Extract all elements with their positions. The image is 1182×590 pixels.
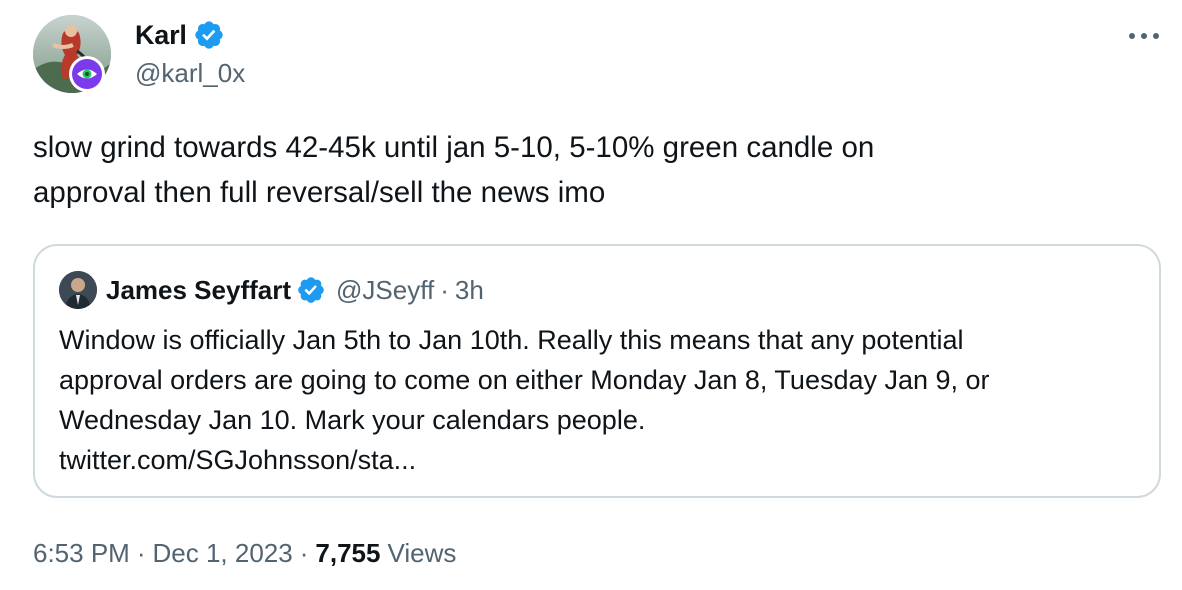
- quoted-tweet-card[interactable]: James Seyffart @JSeyff · 3h Window is of…: [33, 244, 1161, 498]
- eye-badge-icon: [69, 56, 105, 92]
- meta-separator: ·: [299, 537, 309, 568]
- quoted-text-line: Window is officially Jan 5th to Jan 10th…: [59, 325, 964, 355]
- tweet-text: slow grind towards 42-45k until jan 5-10…: [33, 131, 875, 209]
- quoted-timestamp[interactable]: 3h: [455, 275, 484, 306]
- tweet-meta: 6:53 PM · Dec 1, 2023 · 7,755 Views: [33, 533, 456, 573]
- author-header: Karl @karl_0x: [135, 17, 245, 89]
- views-label[interactable]: Views: [387, 538, 456, 569]
- quoted-avatar[interactable]: [59, 271, 97, 309]
- quoted-display-name[interactable]: James Seyffart: [106, 275, 291, 306]
- quoted-text-line: approval orders are going to come on eit…: [59, 365, 990, 395]
- quoted-tweet-text: Window is officially Jan 5th to Jan 10th…: [59, 320, 1139, 480]
- quoted-text-line: Wednesday Jan 10. Mark your calendars pe…: [59, 405, 646, 435]
- verified-badge-icon: [296, 275, 326, 305]
- tweet-date[interactable]: Dec 1, 2023: [153, 538, 293, 569]
- quoted-tweet-header: James Seyffart @JSeyff · 3h: [59, 270, 484, 310]
- tweet-time[interactable]: 6:53 PM: [33, 538, 130, 569]
- meta-separator: ·: [136, 537, 146, 568]
- more-dots-icon: [1129, 33, 1159, 39]
- quoted-link[interactable]: twitter.com/SGJohnsson/sta...: [59, 440, 1139, 480]
- quoted-separator: ·: [440, 274, 449, 305]
- views-count[interactable]: 7,755: [315, 538, 380, 569]
- more-options-button[interactable]: [1124, 22, 1164, 50]
- quoted-handle[interactable]: @JSeyff: [336, 275, 434, 306]
- verified-badge-icon: [193, 19, 225, 51]
- author-display-name[interactable]: Karl: [135, 20, 187, 51]
- author-handle[interactable]: @karl_0x: [135, 58, 245, 89]
